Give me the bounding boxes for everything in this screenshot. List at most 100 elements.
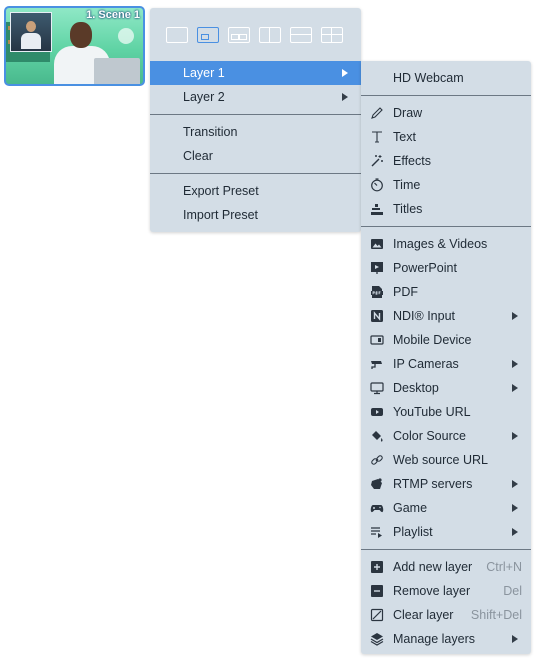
menu-item-label: Clear [183,149,213,163]
menu-separator [361,549,531,550]
submenu-item-label: Web source URL [393,453,488,467]
submenu-arrow-icon [342,69,348,77]
thumbnail-person-head [70,22,92,48]
submenu-item-youtube-url[interactable]: YouTube URL [361,400,531,424]
submenu-item-mobile-device[interactable]: Mobile Device [361,328,531,352]
layout-single-icon[interactable] [166,27,188,43]
thumbnail-pip-overlay [10,12,52,52]
thumbnail-lamp [118,28,134,44]
menu-item-import-preset[interactable]: Import Preset [150,203,361,227]
menu-separator [361,226,531,227]
submenu-item-desktop[interactable]: Desktop [361,376,531,400]
menu-item-label: Import Preset [183,208,259,222]
mobile-device-icon [370,333,384,347]
submenu-item-time[interactable]: Time [361,173,531,197]
submenu-item-label: Add new layer [393,560,473,574]
layout-pip-icon[interactable] [197,27,219,43]
submenu-arrow-icon [512,635,518,643]
submenu-item-label: Titles [393,202,423,216]
pip-person-head [26,21,36,32]
menu-item-label: Export Preset [183,184,259,198]
menu-item-label: Layer 2 [183,90,225,104]
submenu-item-label: Remove layer [393,584,471,598]
submenu-item-titles[interactable]: Titles [361,197,531,221]
submenu-item-label: Clear layer [393,608,454,622]
submenu-item-label: Draw [393,106,423,120]
submenu-item-ndi-input[interactable]: NDI® Input [361,304,531,328]
scene-thumbnail[interactable]: 1. Scene 1 [4,6,145,86]
submenu-item-hd-webcam[interactable]: HD Webcam [361,66,531,90]
remove-layer-icon [370,584,384,598]
shortcut-text: Ctrl+N [486,560,522,574]
layout-two-pip-icon[interactable] [228,27,250,43]
submenu-item-add-new-layer[interactable]: Add new layer Ctrl+N [361,555,531,579]
pencil-icon [370,106,384,120]
layout-split-horizontal-icon[interactable] [290,27,312,43]
submenu-item-label: RTMP servers [393,477,473,491]
thumbnail-laptop [94,58,140,84]
rtmp-icon [370,477,384,491]
submenu-arrow-icon [512,360,518,368]
menu-item-transition[interactable]: Transition [150,120,361,144]
submenu-item-ip-cameras[interactable]: IP Cameras [361,352,531,376]
shortcut-text: Del [503,584,522,598]
submenu-item-web-source-url[interactable]: Web source URL [361,448,531,472]
youtube-icon [370,405,384,419]
layer-1-submenu: HD Webcam Draw Text Effects Time Titles [361,61,531,654]
submenu-item-text[interactable]: Text [361,125,531,149]
submenu-arrow-icon [512,528,518,536]
magic-wand-icon [370,154,384,168]
submenu-item-color-source[interactable]: Color Source [361,424,531,448]
submenu-arrow-icon [512,504,518,512]
pdf-icon [370,285,384,299]
layers-icon [370,632,384,646]
menu-separator [150,114,361,115]
paint-bucket-icon [370,429,384,443]
presentation-icon [370,261,384,275]
menu-item-layer-2[interactable]: Layer 2 [150,85,361,109]
submenu-item-images-videos[interactable]: Images & Videos [361,232,531,256]
submenu-item-label: Mobile Device [393,333,472,347]
add-layer-icon [370,560,384,574]
submenu-item-effects[interactable]: Effects [361,149,531,173]
ndi-icon [370,309,384,323]
submenu-item-game[interactable]: Game [361,496,531,520]
submenu-item-label: Effects [393,154,431,168]
submenu-item-remove-layer[interactable]: Remove layer Del [361,579,531,603]
submenu-item-draw[interactable]: Draw [361,101,531,125]
submenu-item-rtmp-servers[interactable]: RTMP servers [361,472,531,496]
submenu-item-label: NDI® Input [393,309,456,323]
submenu-item-label: Images & Videos [393,237,488,251]
submenu-item-label: HD Webcam [393,71,464,85]
layout-quad-icon[interactable] [321,27,343,43]
timer-icon [370,178,384,192]
submenu-item-label: Time [393,178,421,192]
submenu-arrow-icon [342,93,348,101]
gamepad-icon [370,501,384,515]
submenu-item-powerpoint[interactable]: PowerPoint [361,256,531,280]
menu-item-export-preset[interactable]: Export Preset [150,179,361,203]
submenu-item-manage-layers[interactable]: Manage layers [361,627,531,651]
shortcut-text: Shift+Del [470,608,522,622]
submenu-item-label: YouTube URL [393,405,471,419]
submenu-item-label: Desktop [393,381,439,395]
playlist-icon [370,525,384,539]
scene-label: 1. Scene 1 [86,9,140,21]
menu-item-layer-1[interactable]: Layer 1 [150,61,361,85]
submenu-arrow-icon [512,384,518,392]
monitor-icon [370,381,384,395]
submenu-item-label: IP Cameras [393,357,459,371]
submenu-item-pdf[interactable]: PDF [361,280,531,304]
submenu-item-playlist[interactable]: Playlist [361,520,531,544]
submenu-item-label: Manage layers [393,632,475,646]
pip-person-body [21,33,41,49]
submenu-item-label: Playlist [393,525,433,539]
submenu-item-clear-layer[interactable]: Clear layer Shift+Del [361,603,531,627]
menu-item-clear[interactable]: Clear [150,144,361,168]
submenu-arrow-icon [512,432,518,440]
link-icon [370,453,384,467]
text-icon [370,130,384,144]
ip-camera-icon [370,357,384,371]
layout-split-vertical-icon[interactable] [259,27,281,43]
submenu-item-label: Text [393,130,416,144]
